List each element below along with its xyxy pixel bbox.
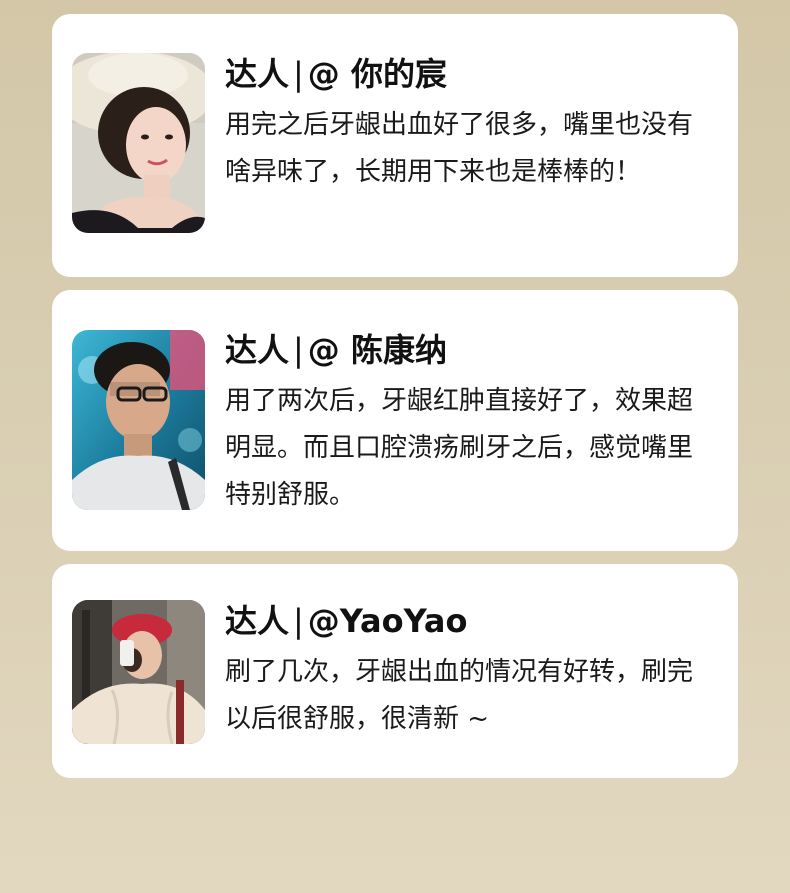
review-comment: 用了两次后，牙龈红肿直接好了，效果超明显。而且口腔溃疡刷牙之后，感觉嘴里特别舒服… [225,386,694,510]
woman-beret-photo-icon [72,600,205,744]
avatar [72,330,205,510]
author-prefix: 达人 [225,331,290,369]
review-comment: 用完之后牙龈出血好了很多，嘴里也没有啥异味了，长期用下来也是棒棒的！ [225,110,694,187]
man-glasses-photo-icon [72,330,205,510]
author-line: 达人 | @ 陈康纳 [225,328,714,372]
review-comment: 刷了几次，牙龈出血的情况有好转，刷完以后很舒服，很清新 ~ [225,657,694,734]
review-card: 达人 | @YaoYao 刷了几次，牙龈出血的情况有好转，刷完以后很舒服，很清新 ~ [52,564,738,778]
review-text: 达人 | @ 陈康纳 用了两次后，牙龈红肿直接好了，效果超明显。而且口腔溃疡刷牙之后… [225,328,714,519]
author-prefix: 达人 [225,55,290,93]
author-separator: | [293,602,304,640]
author-handle: @YaoYao [307,602,468,640]
author-handle: @ 陈康纳 [307,331,447,369]
review-text: 达人 | @ 你的宸 用完之后牙龈出血好了很多，嘴里也没有啥异味了，长期用下来也是棒… [225,52,714,196]
author-prefix: 达人 [225,602,290,640]
review-card: 达人 | @ 陈康纳 用了两次后，牙龈红肿直接好了，效果超明显。而且口腔溃疡刷牙之后… [52,290,738,551]
woman-sunhat-photo-icon [72,53,205,233]
avatar [72,53,205,233]
author-separator: | [293,55,304,93]
author-line: 达人 | @YaoYao [225,599,714,643]
author-line: 达人 | @ 你的宸 [225,52,714,96]
review-card: 达人 | @ 你的宸 用完之后牙龈出血好了很多，嘴里也没有啥异味了，长期用下来也是棒… [52,14,738,277]
author-handle: @ 你的宸 [307,55,447,93]
author-separator: | [293,331,304,369]
avatar [72,600,205,744]
review-text: 达人 | @YaoYao 刷了几次，牙龈出血的情况有好转，刷完以后很舒服，很清新 ~ [225,599,714,743]
